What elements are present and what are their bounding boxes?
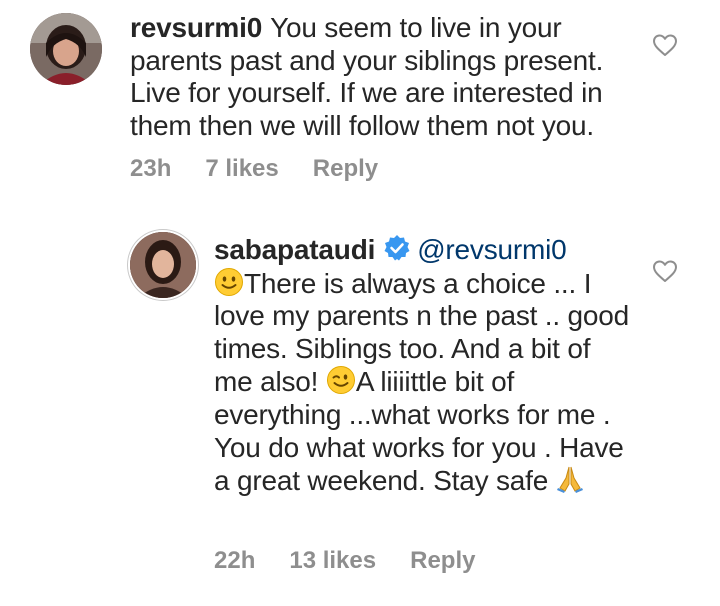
winking-face-emoji bbox=[326, 366, 355, 395]
comment-text-part-1: There is always a choice ... bbox=[244, 267, 577, 299]
avatar[interactable] bbox=[30, 13, 102, 85]
heart-outline-icon[interactable] bbox=[652, 33, 678, 57]
comment-time: 23h bbox=[130, 155, 172, 182]
heart-outline-icon[interactable] bbox=[652, 259, 678, 283]
comment-username[interactable]: revsurmi0 bbox=[130, 12, 262, 43]
comment-body: sabapataudi @revsurmi0 There is always a … bbox=[214, 234, 634, 498]
comment-sabapataudi: sabapataudi @revsurmi0 There is always a … bbox=[0, 222, 720, 606]
reply-button[interactable]: Reply bbox=[410, 547, 475, 574]
reply-button[interactable]: Reply bbox=[313, 155, 378, 182]
comment-meta: 22h 13 likes Reply bbox=[214, 547, 509, 575]
verified-badge-icon bbox=[384, 235, 410, 261]
comment-meta: 23h 7 likes Reply bbox=[130, 155, 412, 183]
folded-hands-emoji bbox=[556, 467, 583, 494]
comment-revsurmi0: revsurmi0 You seem to live in your parent… bbox=[0, 0, 720, 200]
comment-body: revsurmi0 You seem to live in your parent… bbox=[130, 12, 650, 142]
comment-username[interactable]: sabapataudi bbox=[214, 234, 375, 265]
comment-time: 22h bbox=[214, 547, 256, 574]
comment-likes[interactable]: 13 likes bbox=[289, 547, 376, 574]
comment-likes[interactable]: 7 likes bbox=[205, 155, 278, 182]
mention-link[interactable]: @revsurmi0 bbox=[417, 234, 567, 265]
slightly-smiling-face-emoji bbox=[215, 267, 243, 296]
avatar[interactable] bbox=[130, 232, 196, 298]
